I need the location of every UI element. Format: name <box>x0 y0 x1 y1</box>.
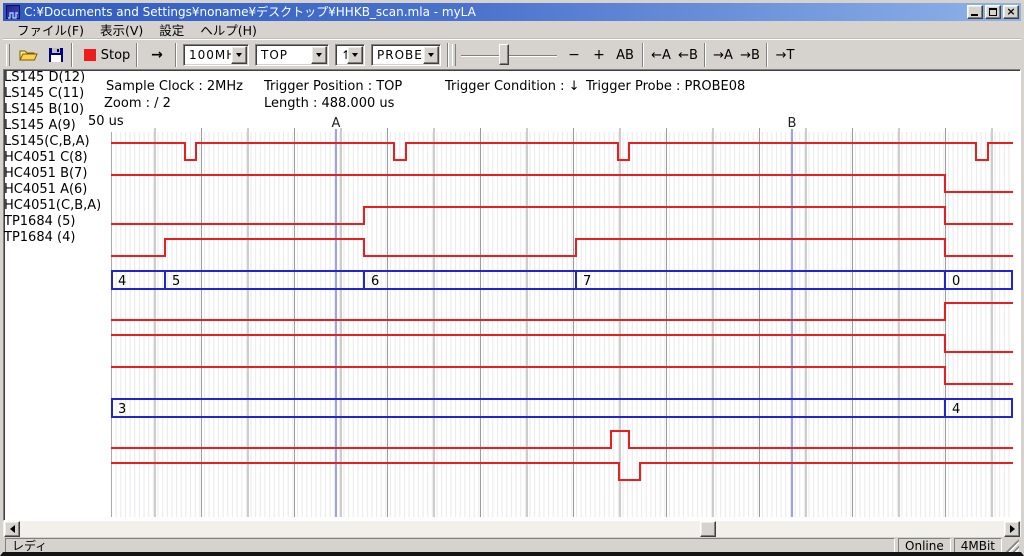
zoom-slider[interactable] <box>461 43 557 67</box>
maximize-button[interactable] <box>985 5 1001 19</box>
scroll-right-button[interactable] <box>1004 521 1020 537</box>
open-folder-icon <box>19 47 39 63</box>
close-icon: × <box>1006 7 1015 17</box>
status-online: Online <box>898 538 951 553</box>
trigger-position-info: Trigger Position : TOP <box>264 79 402 94</box>
channel-label: TP1684 (4) <box>4 230 104 246</box>
chevron-down-icon <box>316 53 322 60</box>
toolbar-grip[interactable] <box>452 44 456 66</box>
toolbar-separator <box>447 43 449 67</box>
stop-label: Stop <box>101 48 131 63</box>
dropdown-button[interactable] <box>347 46 363 64</box>
trigger-probe-combo[interactable]: PROBE00 <box>371 44 441 66</box>
waveform-svg[interactable]: 4 5 6 7 0 3 4 <box>111 126 1014 518</box>
toolbar-separator <box>71 43 73 67</box>
chevron-down-icon <box>236 53 242 60</box>
menu-view[interactable]: 表示(V) <box>92 19 151 40</box>
channel-label: TP1684 (5) <box>4 214 104 230</box>
menu-settings[interactable]: 設定 <box>151 19 192 40</box>
bus-value: 4 <box>118 274 126 289</box>
menu-help[interactable]: ヘルプ(H) <box>192 19 265 40</box>
bus-value: 3 <box>118 402 126 417</box>
sample-clock-combo[interactable]: 100MHz <box>183 44 249 66</box>
channel-label: LS145 A(9) <box>4 118 104 134</box>
chevron-down-icon <box>428 53 434 60</box>
goto-marker-b-button[interactable]: →B <box>737 43 763 67</box>
toolbar-separator <box>642 43 644 67</box>
minor-grid <box>111 132 1013 517</box>
trigger-condition-info: Trigger Condition : ↓ <box>445 79 580 94</box>
status-bar: レディ Online 4MBit <box>3 537 1021 553</box>
zoom-out-button[interactable]: − <box>563 43 585 67</box>
app-window: C:¥Documents and Settings¥noname¥デスクトップ¥… <box>0 0 1024 556</box>
bus-value: 7 <box>583 274 591 289</box>
sample-clock-info: Sample Clock : 2MHz <box>106 79 243 94</box>
minimize-button[interactable] <box>967 5 983 19</box>
length-info: Length : 488.000 us <box>264 96 394 111</box>
zoom-in-button[interactable]: + <box>588 43 610 67</box>
waveform-panel: Sample Clock : 2MHz Trigger Position : T… <box>3 69 1021 521</box>
toolbar-separator <box>766 43 768 67</box>
minimize-icon <box>971 14 978 16</box>
save-floppy-icon <box>48 47 64 63</box>
scrollbar-thumb[interactable] <box>700 521 716 537</box>
run-button[interactable]: → <box>142 43 172 67</box>
dropdown-button[interactable] <box>423 46 439 64</box>
bus-value: 6 <box>371 274 379 289</box>
open-file-button[interactable] <box>16 43 42 67</box>
ab-range-button[interactable]: AB <box>611 43 639 67</box>
zoom-slider-thumb[interactable] <box>499 44 509 65</box>
stop-icon <box>84 49 96 61</box>
toolbar-separator <box>175 43 177 67</box>
toolbar-separator <box>704 43 706 67</box>
status-memory: 4MBit <box>954 538 1002 553</box>
toolbar-separator <box>136 43 138 67</box>
arrow-left-icon <box>6 525 15 533</box>
resize-grip[interactable] <box>1005 539 1019 553</box>
zoom-info: Zoom : / 2 <box>104 96 171 111</box>
status-ready: レディ <box>5 538 895 553</box>
goto-marker-a-button[interactable]: →A <box>710 43 736 67</box>
bus-value: 5 <box>172 274 180 289</box>
channel-label: LS145 D(12) <box>4 70 104 86</box>
dropdown-button[interactable] <box>231 46 247 64</box>
channel-label: LS145 B(10) <box>4 102 104 118</box>
bus-value: 0 <box>952 274 960 289</box>
scroll-left-button[interactable] <box>4 521 20 537</box>
set-marker-a-button[interactable]: ←A <box>648 43 674 67</box>
zoom-slider-track <box>461 55 557 57</box>
horizontal-scrollbar[interactable] <box>3 521 1021 537</box>
app-icon <box>6 5 20 19</box>
channel-label: HC4051(C,B,A) <box>4 198 104 214</box>
chevron-down-icon <box>352 53 358 60</box>
menu-file[interactable]: ファイル(F) <box>9 19 92 40</box>
maximize-icon <box>989 8 997 16</box>
arrow-right-icon <box>1010 525 1019 533</box>
close-button[interactable]: × <box>1003 5 1019 19</box>
channel-labels: LS145 D(12)LS145 C(11)LS145 B(10)LS145 A… <box>4 70 104 246</box>
trigger-position-value: TOP <box>261 47 288 63</box>
stop-button[interactable]: Stop <box>79 43 135 67</box>
toolbar: Stop → 100MHz TOP ↑ PROBE00 − + AB <box>3 39 1021 69</box>
channel-label: HC4051 C(8) <box>4 150 104 166</box>
dropdown-button[interactable] <box>311 46 327 64</box>
trigger-edge-combo[interactable]: ↑ <box>335 44 365 66</box>
channel-label: LS145 C(11) <box>4 86 104 102</box>
goto-trigger-button[interactable]: →T <box>772 43 798 67</box>
channel-label: LS145(C,B,A) <box>4 134 104 150</box>
menu-bar: ファイル(F) 表示(V) 設定 ヘルプ(H) <box>3 21 1021 39</box>
bus-value: 4 <box>952 402 960 417</box>
set-marker-b-button[interactable]: ←B <box>675 43 701 67</box>
channel-label: HC4051 A(6) <box>4 182 104 198</box>
channel-label: HC4051 B(7) <box>4 166 104 182</box>
save-file-button[interactable] <box>43 43 69 67</box>
trigger-position-combo[interactable]: TOP <box>255 44 329 66</box>
toolbar-grip[interactable] <box>6 44 10 66</box>
trigger-probe-info: Trigger Probe : PROBE08 <box>586 79 745 94</box>
